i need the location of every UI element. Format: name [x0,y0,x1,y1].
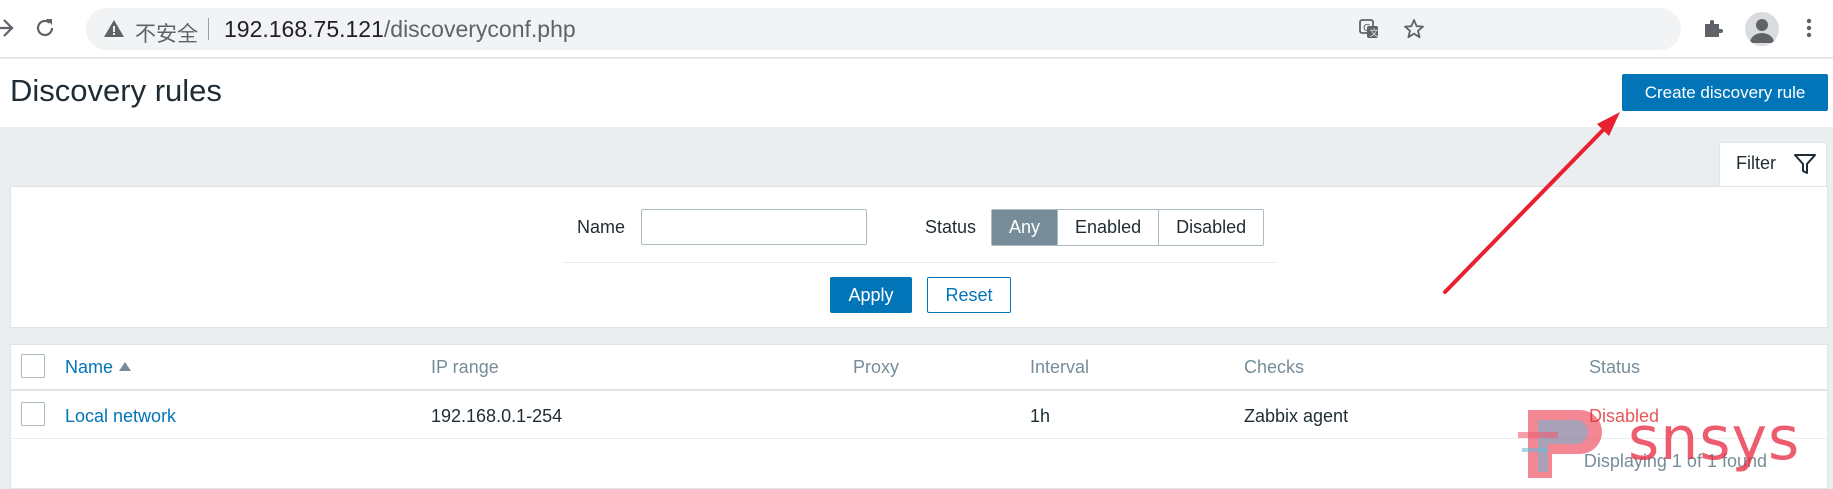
column-header-name[interactable]: Name [65,357,132,378]
watermark-p-glyph [1518,410,1602,478]
status-segmented-control: Any Enabled Disabled [991,209,1265,246]
filter-panel: Name Status Any Enabled Disabled Apply R… [10,186,1828,328]
url-text[interactable]: 192.168.75.121/discoveryconf.php [224,16,576,43]
filter-tab[interactable]: Filter [1719,142,1827,187]
security-status-label[interactable]: 不安全 [135,18,198,48]
filter-tab-label: Filter [1736,153,1776,173]
watermark-logo: snsys [1518,402,1799,482]
page-title: Discovery rules [10,73,222,108]
filter-divider [562,262,1276,263]
reload-icon[interactable] [27,10,63,46]
funnel-icon [1792,151,1818,177]
watermark-text: snsys [1628,404,1801,474]
back-arrow-icon[interactable] [0,10,22,46]
rule-name-link[interactable]: Local network [65,406,176,427]
status-option-enabled[interactable]: Enabled [1058,210,1160,245]
row-checkbox[interactable] [21,402,45,426]
create-discovery-rule-button[interactable]: Create discovery rule [1622,74,1828,111]
browser-toolbar: 不安全 192.168.75.121/discoveryconf.php G文 [0,0,1833,58]
column-header-ip-range: IP range [431,357,499,377]
name-filter-label: Name [577,217,626,237]
column-header-status: Status [1589,357,1641,377]
select-all-checkbox[interactable] [21,354,45,378]
url-path: /discoveryconf.php [383,16,576,42]
rule-ip-range: 192.168.0.1-254 [431,406,563,426]
name-filter-input[interactable] [641,209,867,245]
rule-checks: Zabbix agent [1244,406,1349,426]
translate-icon[interactable]: G文 [1357,17,1381,41]
svg-text:文: 文 [1370,27,1379,39]
star-icon[interactable] [1402,17,1426,41]
address-bar[interactable]: 不安全 192.168.75.121/discoveryconf.php G文 [86,8,1681,50]
reset-button[interactable]: Reset [927,277,1011,313]
kebab-menu-icon[interactable] [1793,12,1825,44]
column-header-interval: Interval [1030,357,1090,377]
rule-interval: 1h [1030,406,1051,426]
avatar-icon[interactable] [1745,12,1779,46]
warning-triangle-icon[interactable] [102,17,126,41]
status-filter-label: Status [925,217,977,237]
status-option-any[interactable]: Any [992,210,1059,245]
column-header-name-label: Name [65,357,114,377]
column-header-proxy: Proxy [853,357,900,377]
omnibox-divider [208,18,209,40]
sort-ascending-icon [119,362,132,371]
puzzle-icon[interactable] [1697,12,1729,44]
status-option-disabled[interactable]: Disabled [1159,210,1264,245]
url-host: 192.168.75.121 [224,16,384,42]
table-header: Name IP range Proxy Interval Checks Stat… [11,345,1827,391]
page-header: Discovery rules Create discovery rule [0,59,1833,127]
apply-button[interactable]: Apply [830,277,912,313]
column-header-checks: Checks [1244,357,1305,377]
